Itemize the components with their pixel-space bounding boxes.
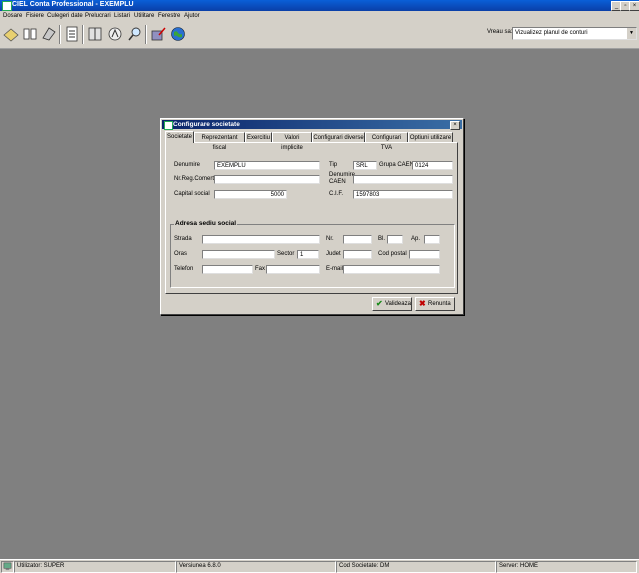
strada-label: Strada (174, 236, 192, 242)
tip-label: Tip (329, 162, 338, 168)
nr-label: Nr. (326, 236, 334, 242)
status-company: Cod Societate: DM (339, 563, 390, 569)
oras-field[interactable] (202, 250, 275, 259)
strada-field[interactable] (202, 235, 320, 244)
cif-field[interactable]: 1597803 (353, 190, 453, 199)
bl-field[interactable] (387, 235, 403, 244)
status-company-panel: Cod Societate: DM (336, 561, 496, 573)
compass-icon[interactable] (106, 25, 124, 43)
menu-listari[interactable]: Listari (114, 13, 130, 19)
close-button[interactable]: × (629, 1, 639, 11)
menu-ferestre[interactable]: Ferestre (158, 13, 180, 19)
x-icon: ✖ (419, 299, 426, 308)
nr-reg-comert-field[interactable] (214, 175, 320, 184)
fax-label: Fax (255, 266, 266, 272)
app-icon (2, 1, 12, 11)
view-select[interactable]: Vizualizez planul de conturi ▼ (512, 27, 637, 40)
nr-field[interactable] (343, 235, 372, 244)
cancel-button-label: Renunta (428, 301, 451, 307)
toolbar-separator (59, 25, 61, 44)
toolbar: Vreau sa: Vizualizez planul de conturi ▼ (0, 22, 639, 49)
menu-fisiere[interactable]: Fisiere (26, 13, 44, 19)
view-select-value: Vizualizez planul de conturi (515, 30, 588, 36)
window-title: CIEL Conta Professional - EXEMPLU (12, 1, 134, 8)
dialog-title-bar: Configurare societate × (162, 120, 462, 130)
dialog-title: Configurare societate (173, 121, 240, 128)
denumire-caen-field[interactable] (353, 175, 453, 184)
status-server: Server: HOME (499, 563, 539, 569)
telefon-label: Telefon (174, 266, 194, 272)
status-icon-panel (1, 561, 14, 573)
validate-button-label: Valideaza (385, 301, 411, 307)
status-version: Versiunea 6.8.0 (179, 563, 221, 569)
denumire-field[interactable]: EXEMPLU (214, 161, 320, 170)
ap-field[interactable] (424, 235, 440, 244)
grupa-caen-field[interactable]: 0124 (412, 161, 453, 170)
sector-field[interactable]: 1 (297, 250, 319, 259)
menu-prelucrari[interactable]: Prelucrari (85, 13, 111, 19)
tab-page-societate: Denumire EXEMPLU Nr.Reg.Comert Capital s… (165, 142, 458, 294)
chevron-down-icon[interactable]: ▼ (627, 28, 636, 39)
menu-culegeri-date[interactable]: Culegeri date (47, 13, 83, 19)
denumire-caen-label-line2: CAEN (329, 179, 346, 185)
status-user-panel: Utilizator: SUPER (14, 561, 176, 573)
menu-bar: Dosare Fisiere Culegeri date Prelucrari … (0, 11, 639, 22)
dialog-icon (164, 121, 173, 130)
capital-social-label: Capital social (174, 191, 210, 197)
dialog-close-button[interactable]: × (450, 121, 460, 130)
judet-label: Judet (326, 251, 341, 257)
computer-icon (3, 562, 12, 571)
tools-icon[interactable] (149, 25, 167, 43)
email-field[interactable] (343, 265, 440, 274)
cod-postal-label: Cod postal (378, 251, 407, 257)
bl-label: Bl. (378, 236, 386, 242)
address-group-title: Adresa sediu social (174, 220, 238, 227)
ap-label: Ap. (411, 236, 421, 242)
fax-field[interactable] (266, 265, 320, 274)
journal-icon[interactable] (40, 25, 58, 43)
denumire-caen-label-line1: Denumire (329, 172, 356, 178)
cif-label: C.I.F. (329, 191, 344, 197)
toolbar-separator (145, 25, 147, 44)
status-version-panel: Versiunea 6.8.0 (176, 561, 336, 573)
email-label: E-mail (326, 266, 344, 272)
telefon-field[interactable] (202, 265, 253, 274)
calculator-icon[interactable] (63, 25, 81, 43)
denumire-caen-label: Denumire CAEN (329, 172, 355, 186)
configure-company-dialog: Configurare societate × Societate Reprez… (160, 118, 464, 315)
globe-icon[interactable] (169, 25, 187, 43)
view-label: Vreau sa: (487, 29, 513, 35)
menu-ajutor[interactable]: Ajutor (184, 13, 200, 19)
cancel-button[interactable]: ✖ Renunta (415, 297, 455, 311)
menu-dosare[interactable]: Dosare (3, 13, 22, 19)
status-server-panel: Server: HOME (496, 561, 637, 573)
cod-postal-field[interactable] (409, 250, 440, 259)
menu-utilitare[interactable]: Utilitare (134, 13, 154, 19)
checkmark-icon: ✔ (376, 299, 383, 308)
status-bar: Utilizator: SUPER Versiunea 6.8.0 Cod So… (0, 559, 639, 573)
judet-field[interactable] (343, 250, 372, 259)
book-icon[interactable] (21, 25, 39, 43)
ledger-icon[interactable] (86, 25, 104, 43)
title-bar: CIEL Conta Professional - EXEMPLU _ ▫ × (0, 0, 639, 11)
grupa-caen-label: Grupa CAEN (379, 162, 415, 168)
denumire-label: Denumire (174, 162, 201, 168)
accounts-icon[interactable] (2, 25, 20, 43)
status-user: Utilizator: SUPER (17, 563, 65, 569)
tab-societate[interactable]: Societate (165, 131, 194, 143)
nr-reg-comert-label: Nr.Reg.Comert (174, 176, 215, 182)
toolbar-separator (82, 25, 84, 44)
search-icon[interactable] (126, 25, 144, 43)
capital-social-field[interactable]: 5000 (214, 190, 287, 199)
tip-field[interactable]: SRL (353, 161, 377, 170)
sector-label: Sector (277, 251, 295, 257)
oras-label: Oras (174, 251, 188, 257)
validate-button[interactable]: ✔ Valideaza (372, 297, 412, 311)
